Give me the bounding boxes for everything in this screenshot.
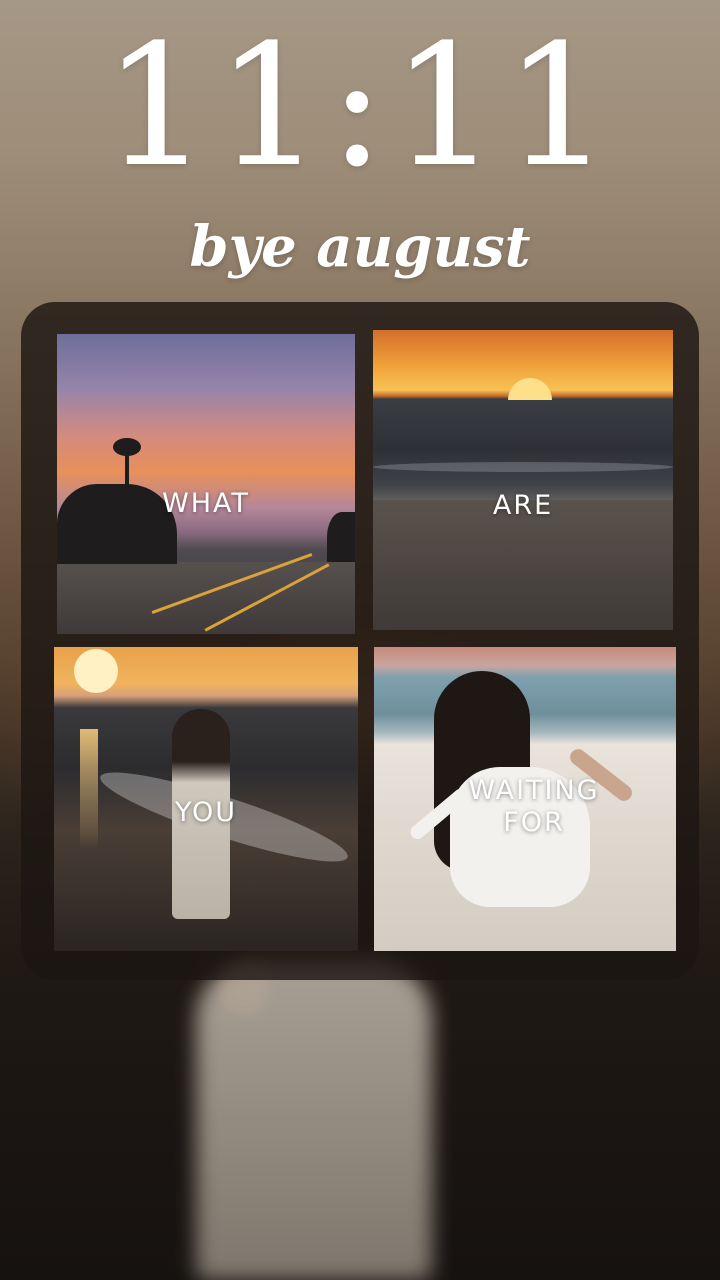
lockscreen-subtitle: bye august <box>189 214 531 280</box>
photo-tile-girl-in-surf[interactable]: YOU <box>54 647 358 951</box>
palm-crown <box>113 438 141 456</box>
sun-image-part <box>508 378 552 400</box>
wallpaper-blurred-figure <box>196 960 432 1280</box>
tile-label: YOU <box>174 797 238 828</box>
sun-reflection <box>80 729 98 849</box>
tile-label: WAITING FOR <box>468 775 600 838</box>
photo-tile-girl-on-beach[interactable]: WAITING FOR <box>374 647 676 951</box>
tile-label: ARE <box>492 490 554 521</box>
wave-image-part <box>373 462 673 472</box>
tile-label: WHAT <box>162 488 250 519</box>
photo-tile-ocean-sunset[interactable]: ARE <box>373 330 673 630</box>
lockscreen-clock: 11:11 <box>102 8 618 204</box>
photo-tile-road-sunset[interactable]: WHAT <box>57 334 355 634</box>
sun-image-part <box>74 649 118 693</box>
